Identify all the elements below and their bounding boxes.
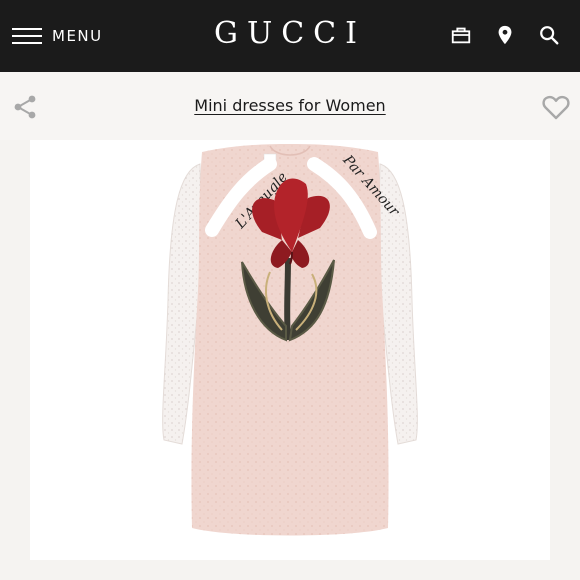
- heart-icon[interactable]: [542, 94, 570, 120]
- top-nav-bar: MENU GUCCI: [0, 0, 580, 72]
- product-image[interactable]: L'Aveugle Par Amour: [30, 140, 550, 560]
- category-link[interactable]: Mini dresses for Women: [0, 96, 580, 115]
- shopping-bag-icon[interactable]: [450, 24, 472, 46]
- location-pin-icon[interactable]: [494, 24, 516, 46]
- search-icon[interactable]: [538, 24, 560, 46]
- header-actions: [450, 24, 560, 46]
- lace-dress-illustration: L'Aveugle Par Amour: [162, 144, 418, 536]
- breadcrumb-bar: Mini dresses for Women: [0, 72, 580, 140]
